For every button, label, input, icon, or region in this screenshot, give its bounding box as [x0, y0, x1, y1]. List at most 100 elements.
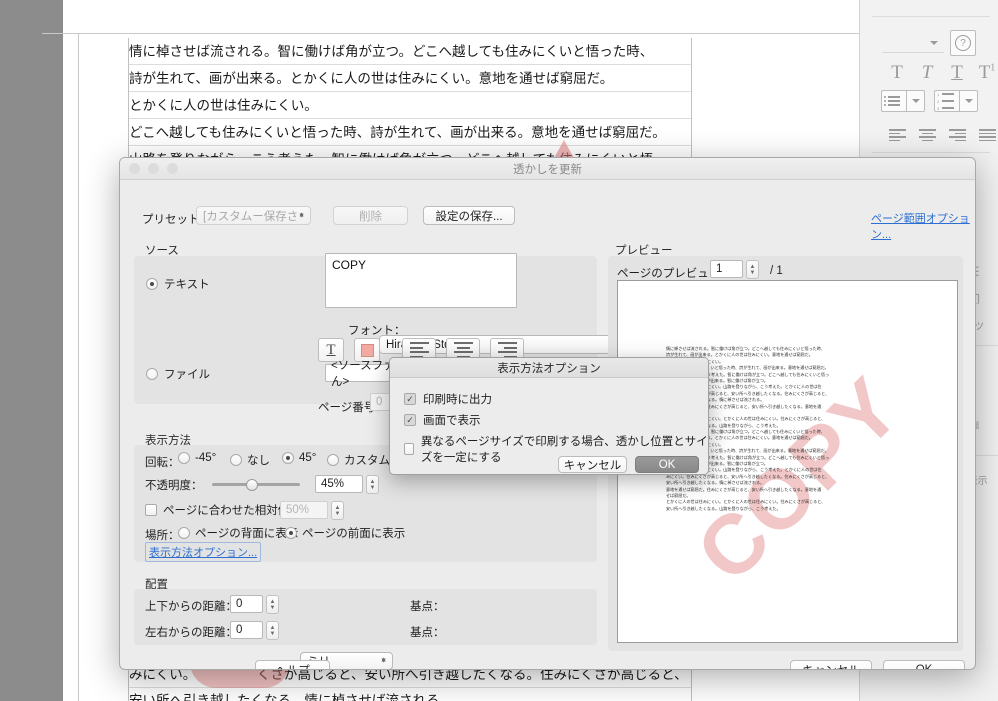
opacity-label: 不透明度：: [145, 477, 203, 493]
radio-45-indicator: [282, 452, 294, 464]
stepper-down-icon: ▼: [270, 605, 276, 611]
preview-page-total: / 1: [770, 265, 783, 277]
appearance-options-dialog: 表示方法オプション ✓ 印刷時に出力 ✓ 画面で表示 異なるページサイズで印刷す…: [389, 357, 709, 475]
chevron-down-icon: [930, 41, 938, 45]
radio-minus45-indicator: [178, 452, 190, 464]
align-left-icon: [889, 129, 906, 141]
relative-scale-input[interactable]: 50%: [280, 501, 328, 519]
source-file-radio[interactable]: ファイル: [146, 366, 210, 382]
radio-none-indicator: [230, 454, 242, 466]
radio-front-indicator: [285, 527, 297, 539]
document-line: どこへ越しても住みにくいと悟った時、詩が生れて、画が出来る。意地を通せば窮屈だ。: [129, 119, 691, 146]
align-justify-icon: [979, 129, 996, 141]
opacity-value-input[interactable]: 45%: [315, 475, 363, 493]
watermark-text-input[interactable]: COPY: [325, 253, 517, 308]
preset-save-button[interactable]: 設定の保存...: [423, 206, 515, 225]
align-left-icon: [410, 342, 429, 358]
preset-delete-button[interactable]: 削除: [333, 206, 408, 225]
align-justify-button[interactable]: [972, 122, 998, 148]
appearance-options-link[interactable]: 表示方法オプション...: [145, 542, 261, 562]
document-line: 情に棹させば流される。智に働けば角が立つ。どこへ越しても住みにくいと悟った時、: [129, 38, 691, 65]
preview-page-input[interactable]: 1: [710, 260, 743, 278]
vertical-anchor-label: 基点：: [410, 598, 445, 614]
help-button[interactable]: ヘルプ: [255, 660, 330, 670]
screen-display-label: 画面で表示: [423, 412, 481, 428]
select-arrows-icon: ▲▼: [380, 661, 387, 662]
checkbox-screen-indicator: ✓: [404, 414, 416, 426]
rotation-option-45[interactable]: 45°: [282, 452, 316, 464]
page-preview-label: ページのプレビュー: [617, 265, 720, 281]
rotation-option-custom[interactable]: カスタム: [327, 452, 390, 468]
document-line: とかくに人の世は住みにくい。: [129, 92, 691, 119]
location-label: 場所：: [145, 527, 180, 543]
opacity-slider[interactable]: [212, 483, 300, 486]
italic-text-button[interactable]: T: [912, 60, 942, 86]
source-text-radio[interactable]: テキスト: [146, 276, 210, 292]
checkbox-print-indicator: ✓: [404, 393, 416, 405]
location-behind-label: ページの背面に表示: [195, 525, 298, 541]
vertical-distance-input[interactable]: 0: [230, 595, 263, 613]
numbered-list-dropdown[interactable]: [959, 90, 978, 112]
relative-scale-checkbox[interactable]: ページに合わせた相対倍率: [145, 502, 301, 518]
source-text-radio-label: テキスト: [164, 276, 210, 292]
preset-select-value: [カスタムー保存されてい…: [203, 208, 299, 224]
horizontal-distance-input[interactable]: 0: [230, 621, 263, 639]
source-file-radio-label: ファイル: [164, 366, 210, 382]
horizontal-distance-stepper[interactable]: ▲ ▼: [266, 621, 279, 640]
subdialog-cancel-button[interactable]: キャンセル: [558, 456, 627, 473]
radio-text-indicator: [146, 278, 158, 290]
dialog-ok-button[interactable]: OK: [883, 660, 965, 670]
rotation-option-none[interactable]: なし: [230, 452, 270, 468]
select-arrows-icon: ▲▼: [298, 215, 305, 216]
opacity-slider-track: [212, 483, 300, 486]
align-center-button[interactable]: [912, 122, 942, 148]
superscript-text-button[interactable]: T1: [972, 60, 998, 86]
rotation-label: 回転：: [145, 454, 180, 470]
opacity-stepper[interactable]: ▲ ▼: [366, 475, 379, 494]
relative-scale-stepper[interactable]: ▲ ▼: [331, 501, 344, 520]
bold-text-button[interactable]: T: [882, 60, 912, 86]
dialog-title: 透かしを更新: [120, 161, 975, 177]
underline-T-icon: T: [951, 62, 963, 84]
subdialog-ok-button[interactable]: OK: [635, 456, 699, 473]
vertical-distance-stepper[interactable]: ▲ ▼: [266, 595, 279, 614]
align-center-icon: [454, 342, 473, 358]
location-front-label: ページの前面に表示: [302, 525, 405, 541]
opacity-slider-knob[interactable]: [246, 479, 258, 491]
screen-display-checkbox[interactable]: ✓ 画面で表示: [404, 412, 481, 428]
toolbar-divider-1: [872, 16, 990, 17]
location-option-behind[interactable]: ページの背面に表示: [178, 525, 298, 541]
toolbar-divider-2: [872, 152, 990, 153]
radio-file-indicator: [146, 368, 158, 380]
underline-text-button[interactable]: T: [942, 60, 972, 86]
print-output-checkbox[interactable]: ✓ 印刷時に出力: [404, 391, 492, 407]
font-size-dropdown[interactable]: [882, 33, 944, 53]
checkbox-consistent-indicator: [404, 443, 414, 455]
superscript-T-icon: T1: [979, 62, 996, 84]
rotation-option-minus45[interactable]: -45°: [178, 452, 216, 464]
align-left-button[interactable]: [882, 122, 912, 148]
document-line: 詩が生れて、画が出来る。とかくに人の世は住みにくい。意地を通せば窮屈だ。: [129, 65, 691, 92]
align-right-icon: [498, 342, 517, 358]
bulleted-list-dropdown[interactable]: [906, 90, 925, 112]
align-center-icon: [919, 129, 936, 141]
radio-custom-indicator: [327, 454, 339, 466]
rotation-none-label: なし: [247, 452, 270, 468]
align-right-button[interactable]: [942, 122, 972, 148]
bulleted-list-icon: [884, 94, 904, 108]
help-button[interactable]: ?: [950, 30, 976, 56]
radio-behind-indicator: [178, 527, 190, 539]
subdialog-title: 表示方法オプション: [390, 358, 708, 378]
location-option-front[interactable]: ページの前面に表示: [285, 525, 405, 541]
bold-T-icon: T: [891, 62, 903, 84]
page-range-options-link[interactable]: ページ範囲オプション...: [871, 210, 975, 242]
bulleted-list-button[interactable]: [881, 90, 906, 112]
numbered-list-icon: 1 2 3: [937, 90, 957, 113]
numbered-list-button[interactable]: 1 2 3: [934, 90, 959, 112]
preset-select[interactable]: [カスタムー保存されてい… ▲▼: [196, 206, 311, 225]
dialog-titlebar[interactable]: 透かしを更新: [120, 158, 975, 180]
dialog-cancel-button[interactable]: キャンセル: [790, 660, 872, 670]
preview-page-stepper[interactable]: ▲ ▼: [746, 260, 759, 279]
stepper-down-icon: ▼: [370, 485, 376, 491]
text-style-T-icon: T: [326, 342, 335, 359]
